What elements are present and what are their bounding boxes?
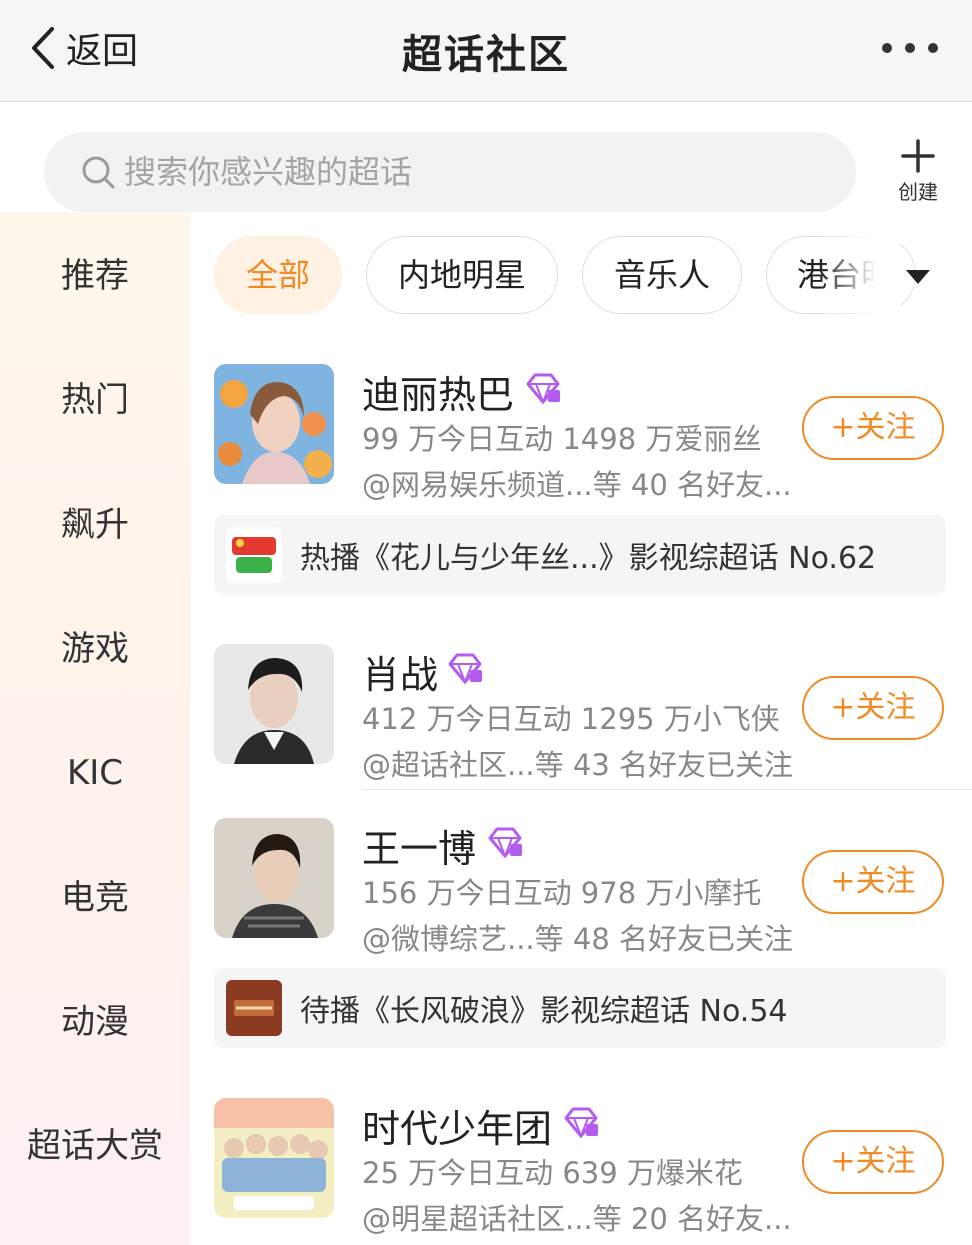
plus-icon <box>901 139 935 173</box>
sidebar-item-esports[interactable]: 电竞 <box>0 868 190 928</box>
community-avatar <box>214 818 334 938</box>
community-card[interactable]: 时代少年团 25 万今日互动 639 万爆米花 @明星超话社区...等 20 名… <box>214 1098 972 1245</box>
portrait-image <box>214 644 334 764</box>
community-card[interactable]: 肖战 412 万今日互动 1295 万小飞侠 @超话社区...等 43 名好友已… <box>214 644 972 790</box>
sidebar-item-rising[interactable]: 飙升 <box>0 495 190 555</box>
create-button[interactable]: 创建 <box>888 138 948 208</box>
portrait-image <box>214 818 334 938</box>
follow-button[interactable]: +关注 <box>802 676 944 740</box>
show-logo-image <box>226 980 282 1036</box>
promo-banner[interactable]: 待播《长风破浪》影视综超话 No.54 <box>214 968 946 1048</box>
follow-button[interactable]: +关注 <box>802 396 944 460</box>
chip-fade-overlay <box>820 230 900 320</box>
follow-button[interactable]: +关注 <box>802 850 944 914</box>
sidebar-item-recommend[interactable]: 推荐 <box>0 246 190 306</box>
community-stats: 25 万今日互动 639 万爆米花 <box>362 1156 743 1190</box>
portrait-image <box>214 364 334 484</box>
chip-expand-button[interactable] <box>898 256 938 296</box>
community-friends: @网易娱乐频道...等 40 名好友... <box>362 468 792 502</box>
page-title: 超话社区 <box>402 32 570 78</box>
community-avatar <box>214 364 334 484</box>
sidebar-item-awards[interactable]: 超话大赏 <box>0 1116 190 1176</box>
more-dots-icon <box>882 43 892 53</box>
sidebar-item-anime[interactable]: 动漫 <box>0 992 190 1052</box>
community-name: 肖战 <box>362 653 439 697</box>
nav-bar: 返回 超话社区 <box>0 0 972 102</box>
diamond-badge-icon <box>564 1107 598 1139</box>
community-stats: 156 万今日互动 978 万小摩托 <box>362 876 762 910</box>
community-name: 迪丽热巴 <box>362 373 515 417</box>
chip-mainland-stars[interactable]: 内地明星 <box>366 236 558 314</box>
community-friends: @明星超话社区...等 20 名好友... <box>362 1202 792 1236</box>
promo-banner[interactable]: 热播《花儿与少年丝...》影视综超话 No.62 <box>214 515 946 595</box>
show-logo-image <box>226 527 282 583</box>
community-card[interactable]: 迪丽热巴 99 万今日互动 1498 万爱丽丝 @网易娱乐频道...等 40 名… <box>214 364 972 502</box>
community-avatar <box>214 644 334 764</box>
create-label: 创建 <box>898 180 938 204</box>
search-input[interactable] <box>124 153 824 191</box>
card-divider <box>362 789 972 790</box>
community-name: 王一博 <box>362 827 477 871</box>
sidebar-item-kic[interactable]: KIC <box>0 743 190 803</box>
sidebar-item-games[interactable]: 游戏 <box>0 619 190 679</box>
caret-down-icon <box>906 270 930 284</box>
promo-thumbnail <box>226 527 282 583</box>
sidebar-item-hot[interactable]: 热门 <box>0 370 190 430</box>
community-friends: @超话社区...等 43 名好友已关注 <box>362 748 793 782</box>
diamond-badge-icon <box>526 373 560 405</box>
promo-text: 热播《花儿与少年丝...》影视综超话 No.62 <box>300 541 877 576</box>
community-name: 时代少年团 <box>362 1107 553 1151</box>
follow-button[interactable]: +关注 <box>802 1130 944 1194</box>
community-friends: @微博综艺...等 48 名好友已关注 <box>362 922 793 956</box>
diamond-badge-icon <box>448 653 482 685</box>
search-bar[interactable] <box>44 132 856 212</box>
community-card[interactable]: 王一博 156 万今日互动 978 万小摩托 @微博综艺...等 48 名好友已… <box>214 818 972 956</box>
search-icon <box>82 156 115 189</box>
chip-musicians[interactable]: 音乐人 <box>582 236 742 314</box>
chip-all[interactable]: 全部 <box>214 236 342 314</box>
promo-thumbnail <box>226 980 282 1036</box>
community-avatar <box>214 1098 334 1218</box>
promo-text: 待播《长风破浪》影视综超话 No.54 <box>300 994 788 1029</box>
diamond-badge-icon <box>488 827 522 859</box>
community-stats: 99 万今日互动 1498 万爱丽丝 <box>362 422 762 456</box>
more-options-button[interactable] <box>882 38 938 58</box>
community-stats: 412 万今日互动 1295 万小飞侠 <box>362 702 780 736</box>
category-sidebar: 推荐 热门 飙升 游戏 KIC 电竞 动漫 超话大赏 <box>0 212 190 1245</box>
group-photo-image <box>214 1098 334 1218</box>
